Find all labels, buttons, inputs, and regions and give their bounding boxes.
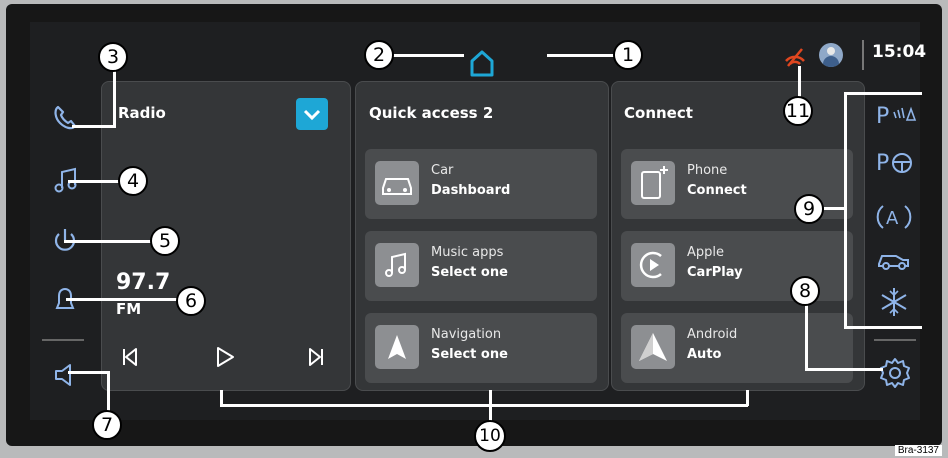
- quick-access-title: Quick access 2: [369, 104, 494, 122]
- leader-line-9: [824, 207, 846, 210]
- leader-line-5: [64, 240, 152, 243]
- status-divider: [862, 40, 864, 70]
- tile-sublabel: Auto: [687, 347, 722, 362]
- tile-sublabel: Connect: [687, 183, 747, 198]
- svg-text:A: A: [886, 208, 899, 229]
- tile-label: Apple: [687, 245, 725, 260]
- settings-gear-icon[interactable]: [878, 356, 912, 390]
- tile-icon-bg: [631, 325, 675, 369]
- left-divider: [42, 339, 84, 341]
- skip-back-icon[interactable]: [120, 346, 140, 368]
- clock: 15:04: [872, 42, 927, 62]
- callout-7: 7: [92, 410, 122, 440]
- right-divider: [874, 339, 916, 341]
- park-steering-icon[interactable]: P: [874, 146, 918, 176]
- figure-id: Bra-3137: [894, 445, 942, 456]
- leader-line-2: [392, 54, 464, 57]
- radio-title: Radio: [118, 104, 166, 122]
- tile-icon-bg: [375, 161, 419, 205]
- tile-icon-bg: [375, 325, 419, 369]
- radio-band: FM: [116, 300, 142, 318]
- leader-line-10b: [489, 390, 492, 422]
- car-icon: [382, 178, 412, 195]
- callout-5: 5: [150, 226, 180, 256]
- leader-line-7h: [68, 371, 110, 374]
- tile-label: Phone: [687, 163, 728, 178]
- vehicle-settings-icon[interactable]: [876, 246, 912, 272]
- leader-line-3: [113, 70, 116, 126]
- leader-line-8h: [805, 368, 883, 371]
- leader-line-10a: [220, 390, 223, 406]
- avatar-head-icon: [827, 47, 835, 55]
- climate-icon[interactable]: [878, 286, 910, 318]
- navigation-arrow-icon: [388, 335, 406, 359]
- tile-android-auto[interactable]: Android Auto: [621, 313, 853, 383]
- leader-line-4: [68, 180, 120, 183]
- tile-sublabel: CarPlay: [687, 265, 743, 280]
- connect-title: Connect: [624, 104, 693, 122]
- tile-navigation[interactable]: Navigation Select one: [365, 313, 597, 383]
- tile-label: Android: [687, 327, 738, 342]
- auto-hold-icon[interactable]: A: [876, 200, 912, 234]
- tile-label: Navigation: [431, 327, 502, 342]
- avatar-body-icon: [823, 56, 839, 67]
- leader-line-3b: [72, 125, 116, 128]
- tile-icon-bg: [631, 161, 675, 205]
- leader-line-9bot: [844, 326, 922, 329]
- play-icon[interactable]: [214, 345, 236, 369]
- tile-sublabel: Select one: [431, 347, 508, 362]
- radio-dropdown-button[interactable]: [296, 98, 328, 130]
- callout-11: 11: [783, 96, 813, 126]
- tile-label: Music apps: [431, 245, 504, 260]
- tile-icon-bg: [631, 243, 675, 287]
- callout-8: 8: [790, 276, 820, 306]
- music-note-icon: [385, 252, 406, 277]
- leader-line-9top: [844, 92, 922, 95]
- tile-sublabel: Dashboard: [431, 183, 511, 198]
- leader-line-6: [66, 298, 178, 301]
- tile-icon-bg: [375, 243, 419, 287]
- chevron-down-icon: [303, 109, 321, 121]
- radio-frequency: 97.7: [116, 270, 171, 295]
- volume-icon[interactable]: [52, 360, 82, 390]
- park-assist-icon[interactable]: P: [874, 100, 918, 128]
- tile-label: Car: [431, 163, 454, 178]
- svg-text:P: P: [876, 151, 889, 176]
- skip-forward-icon[interactable]: [306, 346, 326, 368]
- callout-4: 4: [118, 166, 148, 196]
- leader-line-10: [220, 404, 748, 407]
- leader-line-1: [547, 54, 615, 57]
- callout-10: 10: [474, 420, 506, 452]
- no-signal-icon: [785, 48, 805, 67]
- leader-line-10c: [746, 390, 749, 406]
- leader-line-9v: [844, 92, 847, 328]
- svg-text:P: P: [876, 104, 889, 128]
- carplay-icon: [639, 251, 662, 279]
- phone-plus-icon: [641, 166, 668, 199]
- callout-6: 6: [176, 286, 206, 316]
- home-icon[interactable]: [467, 48, 497, 78]
- user-avatar[interactable]: [819, 43, 843, 67]
- leader-line-7v: [107, 371, 110, 413]
- leader-line-8v: [805, 305, 808, 370]
- tile-car-dashboard[interactable]: Car Dashboard: [365, 149, 597, 219]
- tile-music-apps[interactable]: Music apps Select one: [365, 231, 597, 301]
- callout-1: 1: [613, 40, 643, 70]
- callout-3: 3: [98, 42, 128, 72]
- android-auto-icon: [639, 333, 667, 361]
- callout-2: 2: [364, 40, 394, 70]
- tile-sublabel: Select one: [431, 265, 508, 280]
- callout-9: 9: [794, 194, 824, 224]
